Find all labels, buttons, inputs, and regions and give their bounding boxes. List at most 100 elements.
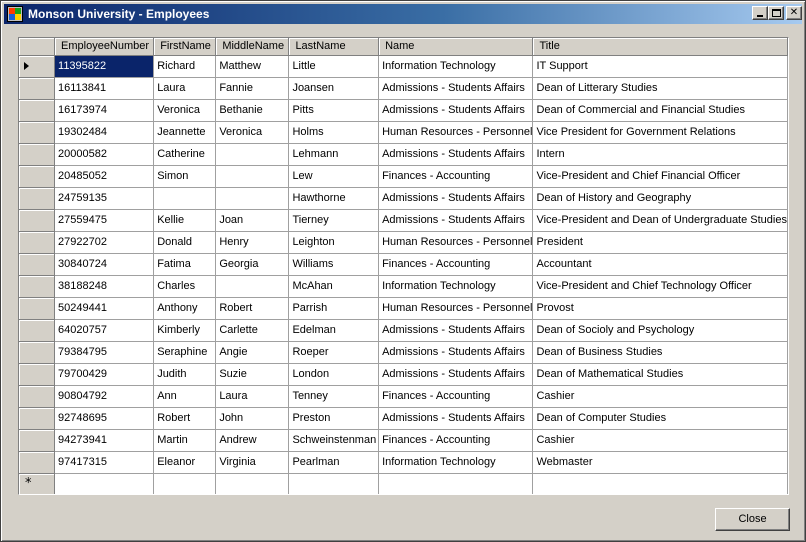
new-cell-middlename[interactable]	[215, 473, 290, 494]
cell-title[interactable]: Dean of Socioly and Psychology	[532, 319, 788, 342]
cell-name[interactable]: Information Technology	[378, 55, 534, 78]
cell-firstname[interactable]: Fatima	[153, 253, 217, 276]
cell-lastname[interactable]: Leighton	[288, 231, 380, 254]
cell-middlename[interactable]: Veronica	[215, 121, 290, 144]
table-row[interactable]: 27922702 Donald Henry Leighton Human Resourc…	[19, 231, 788, 254]
cell-title[interactable]: Webmaster	[532, 451, 788, 474]
table-row[interactable]: 94273941 Martin Andrew Schweinstenman Financ…	[19, 429, 788, 452]
cell-lastname[interactable]: Lew	[288, 165, 380, 188]
cell-lastname[interactable]: McAhan	[288, 275, 380, 298]
cell-name[interactable]: Admissions - Students Affairs	[378, 143, 534, 166]
cell-firstname[interactable]: Robert	[153, 407, 217, 430]
cell-firstname[interactable]: Catherine	[153, 143, 217, 166]
cell-firstname[interactable]: Seraphine	[153, 341, 217, 364]
cell-name[interactable]: Human Resources - Personnel	[378, 297, 534, 320]
row-header[interactable]	[19, 121, 56, 144]
cell-title[interactable]: Dean of Commercial and Financial Studies	[532, 99, 788, 122]
cell-employeenumber[interactable]: 24759135	[54, 187, 155, 210]
cell-middlename[interactable]: John	[215, 407, 290, 430]
cell-employeenumber[interactable]: 79384795	[54, 341, 155, 364]
close-window-button[interactable]: ✕	[786, 6, 802, 20]
row-header[interactable]	[19, 231, 56, 254]
cell-lastname[interactable]: Tenney	[288, 385, 380, 408]
cell-middlename[interactable]: Virginia	[215, 451, 290, 474]
cell-employeenumber[interactable]: 50249441	[54, 297, 155, 320]
cell-employeenumber[interactable]: 38188248	[54, 275, 155, 298]
cell-employeenumber[interactable]: 19302484	[54, 121, 155, 144]
table-row[interactable]: 64020757 Kimberly Carlette Edelman Admission…	[19, 319, 788, 342]
new-cell-firstname[interactable]	[153, 473, 217, 494]
corner-header[interactable]	[19, 38, 56, 56]
row-header[interactable]	[19, 99, 56, 122]
cell-employeenumber[interactable]: 27922702	[54, 231, 155, 254]
cell-firstname[interactable]: Simon	[153, 165, 217, 188]
cell-middlename[interactable]: Laura	[215, 385, 290, 408]
cell-title[interactable]: Dean of Computer Studies	[532, 407, 788, 430]
cell-employeenumber[interactable]: 16173974	[54, 99, 155, 122]
cell-employeenumber[interactable]: 20485052	[54, 165, 155, 188]
cell-middlename[interactable]: Georgia	[215, 253, 290, 276]
cell-middlename[interactable]: Matthew	[215, 55, 290, 78]
table-row[interactable]: 20485052 Simon Lew Finances - Accounting Vic…	[19, 165, 788, 188]
cell-name[interactable]: Admissions - Students Affairs	[378, 319, 534, 342]
cell-lastname[interactable]: Roeper	[288, 341, 380, 364]
cell-middlename[interactable]	[215, 187, 290, 210]
cell-title[interactable]: Dean of Business Studies	[532, 341, 788, 364]
cell-name[interactable]: Information Technology	[378, 275, 534, 298]
cell-firstname[interactable]: Veronica	[153, 99, 217, 122]
cell-title[interactable]: Dean of History and Geography	[532, 187, 788, 210]
cell-name[interactable]: Admissions - Students Affairs	[378, 77, 534, 100]
new-cell-lastname[interactable]	[288, 473, 380, 494]
cell-name[interactable]: Admissions - Students Affairs	[378, 407, 534, 430]
row-header[interactable]	[19, 429, 56, 452]
table-row[interactable]: 97417315 Eleanor Virginia Pearlman Informati…	[19, 451, 788, 474]
cell-name[interactable]: Admissions - Students Affairs	[378, 99, 534, 122]
cell-employeenumber[interactable]: 16113841	[54, 77, 155, 100]
cell-firstname[interactable]	[153, 187, 217, 210]
row-header[interactable]	[19, 143, 56, 166]
cell-lastname[interactable]: Joansen	[288, 77, 380, 100]
cell-name[interactable]: Finances - Accounting	[378, 429, 534, 452]
cell-firstname[interactable]: Kimberly	[153, 319, 217, 342]
app-form-icon[interactable]	[7, 6, 23, 22]
row-header[interactable]	[19, 253, 56, 276]
cell-lastname[interactable]: Little	[288, 55, 380, 78]
cell-middlename[interactable]: Henry	[215, 231, 290, 254]
table-row[interactable]: 92748695 Robert John Preston Admissions - St…	[19, 407, 788, 430]
table-row[interactable]: 30840724 Fatima Georgia Williams Finances - …	[19, 253, 788, 276]
cell-middlename[interactable]: Carlette	[215, 319, 290, 342]
cell-firstname[interactable]: Charles	[153, 275, 217, 298]
cell-name[interactable]: Information Technology	[378, 451, 534, 474]
cell-name[interactable]: Human Resources - Personnel	[378, 121, 534, 144]
minimize-button[interactable]	[752, 6, 768, 20]
row-header[interactable]	[19, 451, 56, 474]
cell-firstname[interactable]: Martin	[153, 429, 217, 452]
table-row[interactable]: 16173974 Veronica Bethanie Pitts Admissions …	[19, 99, 788, 122]
row-header[interactable]	[19, 363, 56, 386]
row-header[interactable]	[19, 385, 56, 408]
cell-middlename[interactable]: Andrew	[215, 429, 290, 452]
cell-name[interactable]: Human Resources - Personnel	[378, 231, 534, 254]
column-header-firstname[interactable]: FirstName	[153, 38, 217, 56]
cell-employeenumber[interactable]: 79700429	[54, 363, 155, 386]
cell-name[interactable]: Admissions - Students Affairs	[378, 341, 534, 364]
cell-title[interactable]: IT Support	[532, 55, 788, 78]
row-header[interactable]	[19, 319, 56, 342]
cell-middlename[interactable]: Angie	[215, 341, 290, 364]
close-button[interactable]: Close	[715, 508, 790, 531]
cell-middlename[interactable]: Joan	[215, 209, 290, 232]
cell-employeenumber[interactable]: 90804792	[54, 385, 155, 408]
cell-employeenumber[interactable]: 97417315	[54, 451, 155, 474]
table-row[interactable]: 38188248 Charles McAhan Information Technol…	[19, 275, 788, 298]
cell-title[interactable]: Intern	[532, 143, 788, 166]
cell-employeenumber[interactable]: 64020757	[54, 319, 155, 342]
cell-title[interactable]: Cashier	[532, 429, 788, 452]
table-row[interactable]: 50249441 Anthony Robert Parrish Human Resour…	[19, 297, 788, 320]
row-header[interactable]	[19, 407, 56, 430]
new-cell-title[interactable]	[532, 473, 788, 494]
cell-firstname[interactable]: Laura	[153, 77, 217, 100]
cell-title[interactable]: Accountant	[532, 253, 788, 276]
cell-name[interactable]: Finances - Accounting	[378, 165, 534, 188]
cell-firstname[interactable]: Kellie	[153, 209, 217, 232]
title-bar[interactable]: Monson University - Employees ✕	[4, 4, 802, 24]
